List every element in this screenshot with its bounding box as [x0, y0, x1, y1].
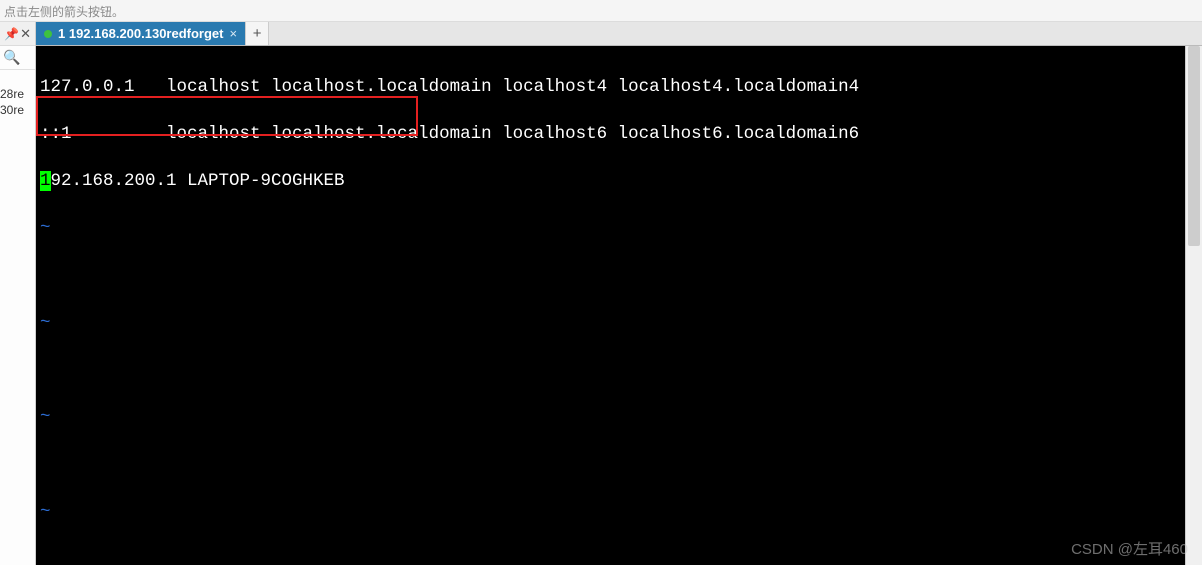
sidebar-header: 📌 ✕	[0, 22, 35, 46]
terminal-line-rest: 92.168.200.1 LAPTOP-9COGHKEB	[51, 171, 345, 191]
scrollbar[interactable]	[1185, 46, 1202, 565]
session-item[interactable]: 30re	[0, 102, 35, 118]
vim-tilde: ~	[40, 406, 1198, 430]
pin-icon[interactable]: 📌	[4, 27, 19, 41]
scrollbar-thumb[interactable]	[1188, 46, 1200, 246]
vim-blank	[40, 454, 1198, 478]
terminal-line: 192.168.200.1 LAPTOP-9COGHKEB	[40, 170, 1198, 194]
sidebar-search[interactable]: 🔍	[0, 46, 35, 70]
tab-active[interactable]: 1 192.168.200.130redforget ×	[36, 22, 245, 45]
vim-tilde: ~	[40, 217, 1198, 241]
vim-tilde: ~	[40, 501, 1198, 525]
vim-blank	[40, 359, 1198, 383]
sidebar: 📌 ✕ 🔍 28re 30re	[0, 22, 36, 565]
tab-close-icon[interactable]: ×	[230, 26, 238, 41]
vim-tilde: ~	[40, 312, 1198, 336]
vim-blank	[40, 548, 1198, 565]
top-hint: 点击左侧的箭头按钮。	[0, 0, 1202, 22]
search-icon: 🔍	[3, 49, 20, 66]
cursor: 1	[40, 171, 51, 191]
terminal-line: 127.0.0.1 localhost localhost.localdomai…	[40, 76, 1198, 100]
tab-add-button[interactable]: +	[245, 22, 269, 45]
terminal-line: ::1 localhost localhost.localdomain loca…	[40, 123, 1198, 147]
status-dot-icon	[44, 30, 52, 38]
session-list: 28re 30re	[0, 70, 35, 565]
terminal-body[interactable]: 127.0.0.1 localhost localhost.localdomai…	[36, 46, 1202, 565]
tab-strip: 1 192.168.200.130redforget × +	[36, 22, 1202, 46]
tab-label: 1 192.168.200.130redforget	[58, 26, 224, 41]
session-item[interactable]: 28re	[0, 86, 35, 102]
vim-blank	[40, 265, 1198, 289]
terminal-pane: 1 192.168.200.130redforget × + 127.0.0.1…	[36, 22, 1202, 565]
close-icon[interactable]: ✕	[20, 26, 31, 42]
